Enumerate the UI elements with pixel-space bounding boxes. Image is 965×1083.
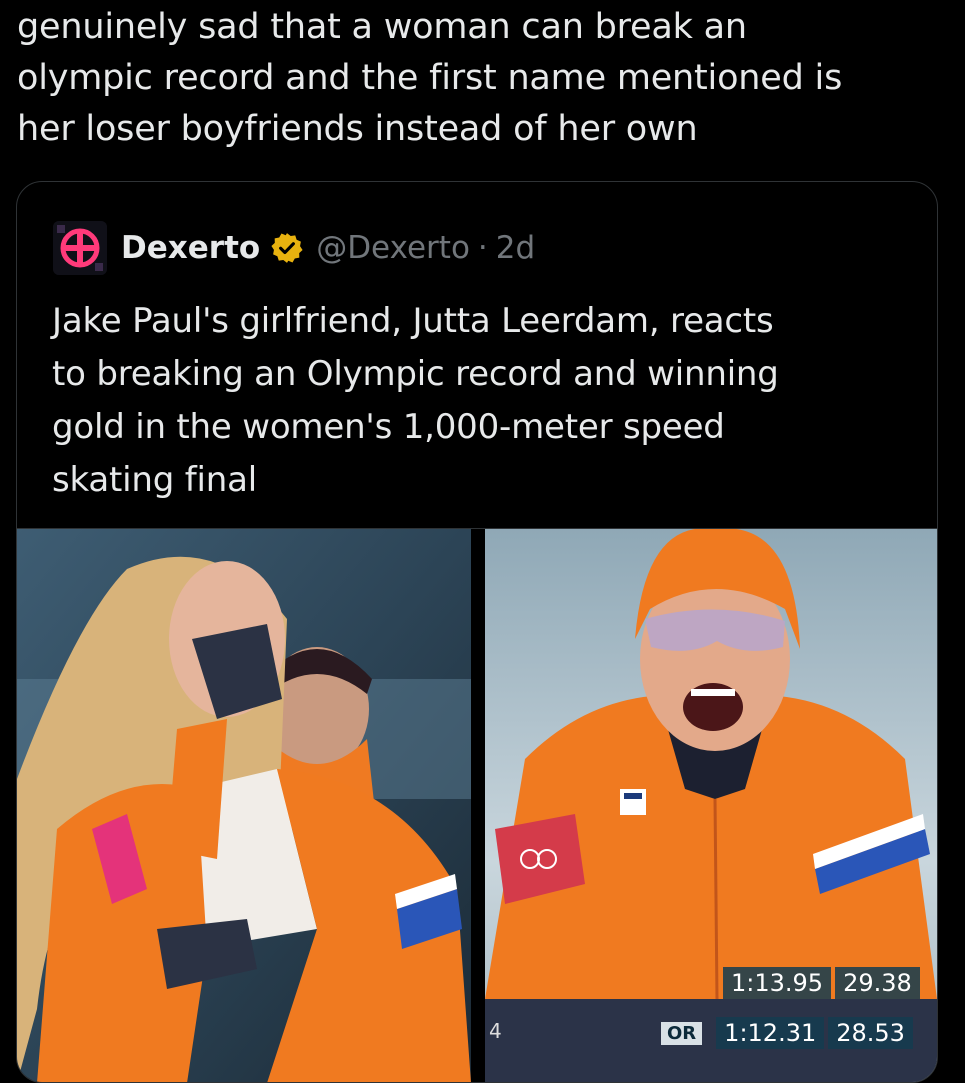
record-split: 28.53: [828, 1017, 913, 1049]
post-age[interactable]: 2d: [496, 230, 535, 266]
author-handle[interactable]: @Dexerto: [316, 230, 470, 266]
quote-header: Dexerto @Dexerto · 2d: [53, 221, 535, 275]
photo-screaming-skater[interactable]: 1:13.95 29.38 OR 1:12.31 28.53 4: [485, 529, 937, 1082]
lane-number: 4: [489, 1019, 502, 1043]
quote-text: Jake Paul's girlfriend, Jutta Leerdam, r…: [52, 301, 779, 500]
split-time: 29.38: [835, 967, 920, 999]
author-name[interactable]: Dexerto: [121, 230, 260, 266]
scoreboard-overlay: 1:13.95 29.38 OR 1:12.31 28.53 4: [485, 949, 937, 1049]
quoted-tweet-card[interactable]: Dexerto @Dexerto · 2d Jake Paul's girlfr…: [16, 181, 938, 1083]
verified-badge-icon: [271, 233, 303, 263]
tweet-text: genuinely sad that a woman can break an …: [17, 7, 843, 149]
record-time: 1:12.31: [716, 1017, 825, 1049]
olympic-record-badge: OR: [661, 1021, 703, 1045]
scoreboard-row-2: OR 1:12.31 28.53: [661, 1017, 917, 1049]
scoreboard-row-1: 1:13.95 29.38: [723, 967, 924, 999]
photo-celebrating-skater[interactable]: [17, 529, 471, 1082]
media-grid: 1:13.95 29.38 OR 1:12.31 28.53 4: [17, 528, 937, 1082]
final-time: 1:13.95: [723, 967, 832, 999]
dexerto-logo-icon[interactable]: [53, 221, 107, 275]
separator-dot: ·: [477, 230, 488, 266]
